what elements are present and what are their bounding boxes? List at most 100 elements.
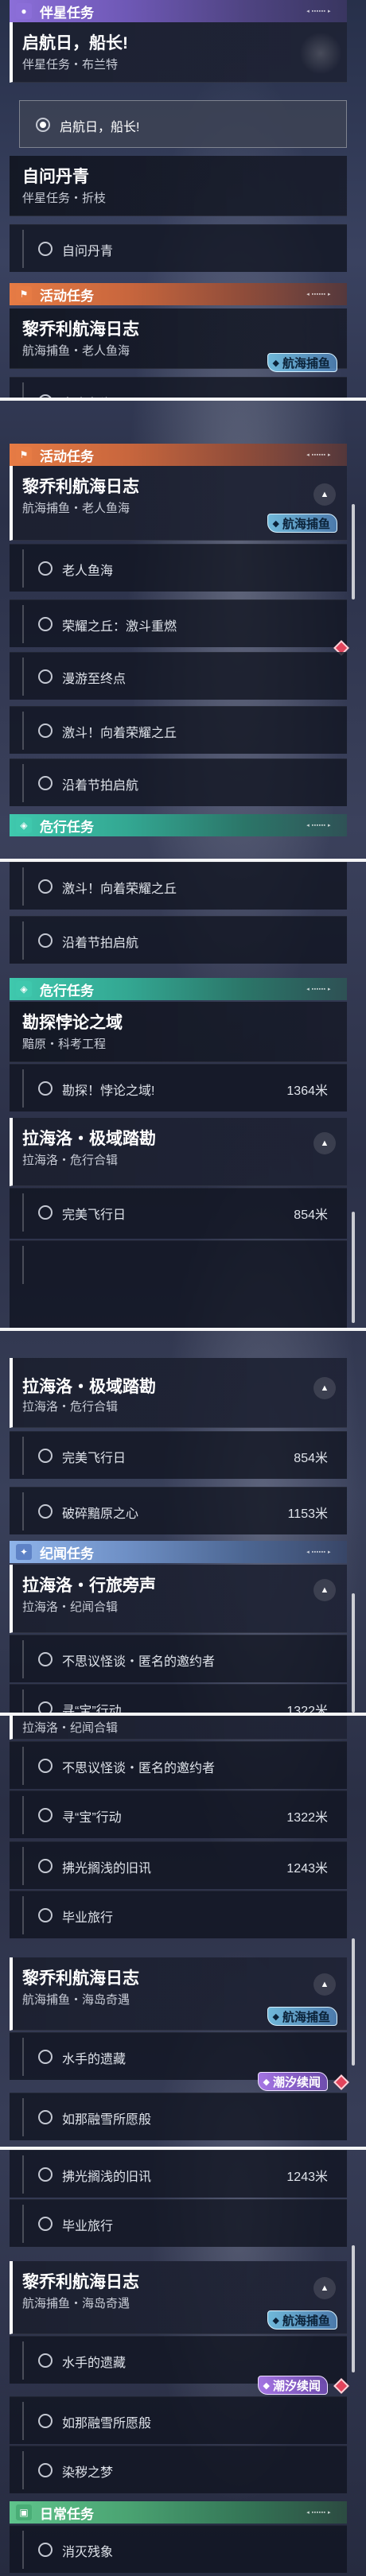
quest-title: 启航日，船长!	[22, 34, 128, 52]
section-header-danger[interactable]: ◈ 危行任务 ◂ ▪▪▪▪▪▪ ▸	[10, 814, 347, 836]
section-header-daily[interactable]: ▣ 日常任务 ◂ ▪▪▪▪▪▪ ▸	[10, 2501, 347, 2524]
subtask-item[interactable]: 荣耀之丘：激斗重燃	[10, 599, 347, 647]
subtask-item[interactable]: 毕业旅行	[10, 1891, 347, 1938]
screen-segment-2: ⚑ 活动任务 ◂ ▪▪▪▪▪▪ ▸ 黎乔利航海日志 航海捕鱼・老人鱼海 ▲ ◆ …	[0, 401, 366, 859]
screen-segment-3: 激斗！向着荣耀之丘 沿着节拍启航 ◈ 危行任务 ◂ ▪▪▪▪▪▪ ▸ 勘探悖论之…	[0, 862, 366, 1328]
screen-segment-5: 拉海洛・纪闻合辑 不思议怪谈・匿名的邀约者 寻“宝”行动 1322米 拂光搁浅的…	[0, 1716, 366, 2147]
quest-title: 拉海洛・极域踏勘	[22, 1378, 156, 1396]
subtask-item[interactable]: 完美飞行日 854米	[10, 1431, 347, 1479]
collapse-button[interactable]: ▲	[313, 2277, 336, 2299]
section-meta: ◂ ▪▪▪▪▪▪ ▸	[306, 987, 331, 992]
subtask-item[interactable]	[10, 1240, 347, 1328]
radio-icon	[38, 2110, 53, 2124]
distance-label: 1322米	[286, 1705, 328, 1713]
distance-label: 1153米	[287, 1507, 328, 1521]
badge-label: 潮汐续闻	[272, 2075, 321, 2089]
radio-icon	[38, 1449, 53, 1463]
collapse-button[interactable]: ▲	[313, 1973, 336, 1996]
subtask-item[interactable]: 不思议怪谈・匿名的邀约者	[10, 1741, 347, 1789]
quest-card-q4[interactable]: 勘探悖论之域 黯原・科考工程	[10, 1002, 347, 1062]
distance-label: 1364米	[286, 1084, 328, 1098]
quest-card-q5[interactable]: 拉海洛・极域踏勘 拉海洛・危行合辑 ▲	[10, 1118, 347, 1186]
subtask-item[interactable]: 拂光搁浅的旧讯 1243米	[10, 2150, 347, 2198]
tide-badge: ◆ 潮汐续闻	[257, 2072, 328, 2091]
subtask-item[interactable]: 破碎黯原之心 1153米	[10, 1487, 347, 1534]
distance-label: 1243米	[286, 2171, 328, 2184]
collapse-button[interactable]: ▲	[313, 1132, 336, 1154]
scrollbar-thumb[interactable]	[352, 1938, 355, 2066]
tide-badge: ◆ 潮汐续闻	[257, 2376, 328, 2395]
subtask-item[interactable]: 毕业旅行	[10, 2199, 347, 2247]
radio-icon	[38, 724, 53, 738]
quest-card-q2[interactable]: 自问丹青 伴星任务・折枝	[10, 156, 347, 216]
subtask-item[interactable]: 老人鱼海	[10, 544, 347, 592]
section-header-companion[interactable]: ● 伴星任务 ◂ ▪▪▪▪▪▪ ▸	[10, 0, 347, 22]
radio-icon	[38, 2353, 53, 2368]
subtask-label: 自问丹青	[62, 245, 114, 258]
subtask-item[interactable]: 如那融雪所愿般	[10, 2396, 347, 2444]
subtask-label: 毕业旅行	[62, 2220, 114, 2233]
quest-card-q1[interactable]: 启航日，船长! 伴星任务・布兰特	[10, 22, 347, 83]
fishing-badge: ◆ 航海捕鱼	[267, 514, 337, 533]
scrollbar-thumb[interactable]	[352, 2245, 355, 2372]
quest-card-q3[interactable]: 黎乔利航海日志 航海捕鱼・老人鱼海 ▲ ◆ 航海捕鱼	[10, 466, 347, 541]
subtask-label: 破碎黯原之心	[62, 1507, 139, 1521]
quest-card-q7[interactable]: 黎乔利航海日志 航海捕鱼・海岛奇遇 ▲ ◆ 航海捕鱼	[10, 1957, 347, 2031]
quest-card-q7[interactable]: 黎乔利航海日志 航海捕鱼・海岛奇遇 ▲ ◆ 航海捕鱼	[10, 2261, 347, 2334]
quest-subtitle: 黯原・科考工程	[22, 1038, 107, 1051]
scrollbar-thumb[interactable]	[352, 1212, 355, 1323]
subtask-item[interactable]: 激斗！向着荣耀之丘	[10, 862, 347, 910]
quest-card-q5[interactable]: 拉海洛・极域踏勘 拉海洛・危行合辑 ▲	[10, 1358, 347, 1428]
quest-title: 拉海洛・行旅旁声	[22, 1577, 156, 1595]
radio-icon	[38, 1504, 53, 1519]
subtask-item[interactable]: 消灭残象	[10, 2525, 347, 2573]
subtask-item[interactable]: 沿着节拍启航	[10, 758, 347, 806]
radio-icon	[38, 2543, 53, 2557]
collapse-button[interactable]: ▲	[313, 483, 336, 506]
collapse-button[interactable]: ▲	[313, 1579, 336, 1601]
scrollbar-thumb[interactable]	[352, 504, 355, 599]
subtask-item[interactable]: 寻“宝”行动 1322米	[10, 1790, 347, 1838]
subtask-item[interactable]: 勘探！悖论之域! 1364米	[10, 1064, 347, 1111]
subtask-label: 消灭残象	[62, 2546, 114, 2559]
subtask-label: 拂光搁浅的旧讯	[62, 2171, 152, 2184]
subtask-item[interactable]: 染秽之梦	[10, 2446, 347, 2493]
radio-icon	[38, 2414, 53, 2428]
subtask-item[interactable]: 如那融雪所愿般	[10, 2093, 347, 2140]
subtask-item[interactable]: 老人鱼海	[10, 377, 347, 398]
distance-label: 1243米	[286, 1862, 328, 1876]
subtask-item[interactable]: 完美飞行日 854米	[10, 1188, 347, 1239]
subtask-label: 不思议怪谈・匿名的邀约者	[62, 1655, 216, 1669]
subtask-item[interactable]: 不思议怪谈・匿名的邀约者	[10, 1635, 347, 1682]
section-header-chronicle[interactable]: ✦ 纪闻任务 ◂ ▪▪▪▪▪▪ ▸	[10, 1541, 347, 1563]
radio-icon	[38, 2050, 53, 2064]
quest-subtitle: 拉海洛・纪闻合辑	[22, 1721, 119, 1735]
quest-card-q3[interactable]: 黎乔利航海日志 航海捕鱼・老人鱼海 ◆ 航海捕鱼	[10, 308, 347, 372]
screen-segment-1: ● 伴星任务 ◂ ▪▪▪▪▪▪ ▸ 启航日，船长! 伴星任务・布兰特 启航日，船…	[0, 0, 366, 398]
subtask-item[interactable]: 沿着节拍启航	[10, 916, 347, 964]
quest-list: ● 伴星任务 ◂ ▪▪▪▪▪▪ ▸ 启航日，船长! 伴星任务・布兰特 启航日，船…	[10, 0, 347, 398]
quest-list: 拂光搁浅的旧讯 1243米 毕业旅行 黎乔利航海日志 航海捕鱼・海岛奇遇 ▲ ◆…	[10, 2150, 349, 2576]
subtask-active[interactable]: 启航日，船长!	[19, 100, 347, 148]
subtask-item[interactable]: 激斗！向着荣耀之丘	[10, 706, 347, 754]
collapse-button[interactable]: ▲	[313, 1377, 336, 1399]
quest-glow	[299, 32, 342, 75]
section-header-danger[interactable]: ◈ 危行任务 ◂ ▪▪▪▪▪▪ ▸	[10, 978, 347, 1000]
section-meta: ◂ ▪▪▪▪▪▪ ▸	[306, 823, 331, 828]
radio-icon	[38, 933, 53, 948]
section-title: 日常任务	[40, 2506, 94, 2522]
section-header-event[interactable]: ⚑ 活动任务 ◂ ▪▪▪▪▪▪ ▸	[10, 283, 347, 305]
section-title: 纪闻任务	[40, 1546, 94, 1562]
subtask-item[interactable]: 漫游至终点	[10, 652, 347, 700]
section-meta: ◂ ▪▪▪▪▪▪ ▸	[306, 1550, 331, 1555]
subtask-item[interactable]: 自问丹青	[10, 224, 347, 272]
flag-icon: ⚑	[16, 286, 32, 302]
subtask-item[interactable]: 拂光搁浅的旧讯 1243米	[10, 1841, 347, 1889]
section-header-event[interactable]: ⚑ 活动任务 ◂ ▪▪▪▪▪▪ ▸	[10, 444, 347, 466]
radio-icon	[38, 617, 53, 631]
scrollbar-thumb[interactable]	[352, 1593, 355, 1713]
quest-card-q6[interactable]: 拉海洛・纪闻合辑	[10, 1716, 347, 1740]
section-title: 活动任务	[40, 288, 94, 304]
quest-card-q6[interactable]: 拉海洛・行旅旁声 拉海洛・纪闻合辑 ▲	[10, 1565, 347, 1633]
subtask-item[interactable]: 寻“宝”行动 1322米	[10, 1684, 347, 1713]
